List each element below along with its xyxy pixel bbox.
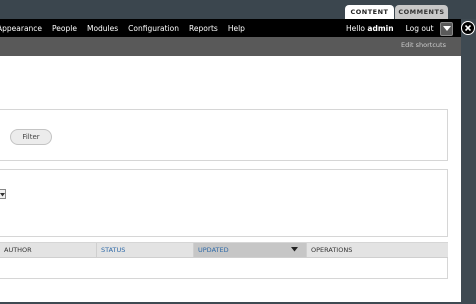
menu-item-modules[interactable]: Modules: [87, 24, 118, 33]
edit-shortcuts-link[interactable]: Edit shortcuts: [401, 41, 446, 49]
menu-item-appearance[interactable]: Appearance: [0, 24, 42, 33]
menu-item-configuration[interactable]: Configuration: [128, 24, 179, 33]
tab-content[interactable]: CONTENT: [345, 5, 394, 19]
operation-select[interactable]: [0, 189, 6, 199]
chevron-down-icon: [443, 26, 451, 31]
shortcut-bar: Edit shortcuts: [0, 37, 461, 56]
admin-toolbar: Appearance People Modules Configuration …: [0, 19, 461, 37]
logout-link[interactable]: Log out: [406, 24, 434, 33]
column-header-status[interactable]: STATUS: [97, 243, 194, 257]
column-header-author: AUTHOR: [0, 243, 97, 257]
column-header-operations: OPERATIONS: [311, 246, 353, 254]
filter-button[interactable]: Filter: [10, 129, 52, 145]
content-table: AUTHOR STATUS UPDATED OPERATIONS: [0, 242, 448, 279]
overlay-close-button[interactable]: [461, 21, 475, 35]
column-header-updated-label: UPDATED: [198, 246, 229, 254]
shortcuts-toggle-button[interactable]: [440, 22, 453, 36]
menu-item-people[interactable]: People: [52, 24, 77, 33]
overlay-content: Filter AUTHOR STATUS UPDATED OPERATIONS: [0, 56, 461, 302]
user-area: Hello admin Log out: [346, 19, 434, 37]
column-header-updated[interactable]: UPDATED: [194, 243, 307, 257]
username-link[interactable]: admin: [367, 24, 393, 33]
sort-descending-icon: [291, 247, 298, 252]
menu-item-reports[interactable]: Reports: [189, 24, 218, 33]
update-options-fieldset: [0, 169, 448, 237]
greeting: Hello admin: [346, 24, 394, 33]
filter-fieldset: [0, 109, 448, 161]
table-header: AUTHOR STATUS UPDATED OPERATIONS: [0, 243, 448, 258]
greeting-prefix: Hello: [346, 23, 368, 33]
toolbar-menu: Appearance People Modules Configuration …: [0, 19, 255, 37]
tab-comments[interactable]: COMMENTS: [395, 5, 448, 19]
chevron-down-icon: [0, 192, 5, 196]
menu-item-help[interactable]: Help: [228, 24, 245, 33]
close-icon: [464, 24, 471, 31]
